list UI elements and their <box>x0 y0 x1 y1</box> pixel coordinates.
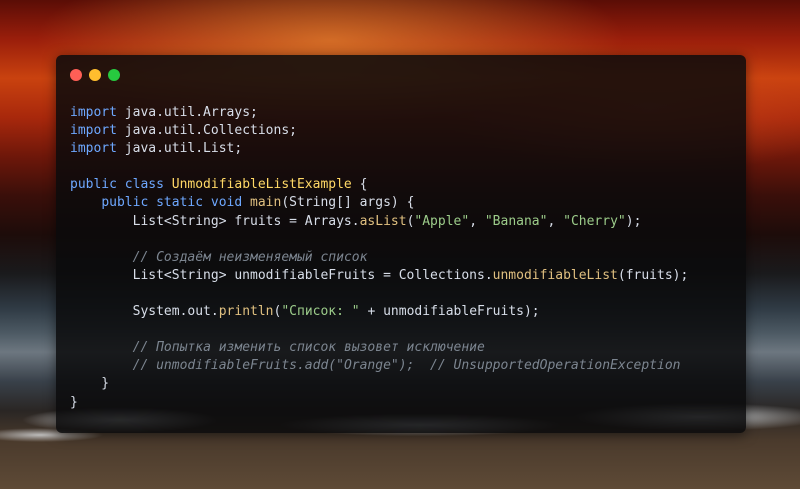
code-line: // Создаём неизменяемый список <box>70 249 688 267</box>
code-token: import <box>70 123 117 139</box>
code-token: } <box>70 394 78 410</box>
code-token: System.out. <box>70 304 219 320</box>
code-token: , <box>547 213 564 229</box>
code-token: java.util.Collections; <box>116 123 297 139</box>
code-window: import java.util.Arrays; import java.util… <box>56 55 746 433</box>
code-line: List<String> unmodifiableFruits = Collec… <box>70 267 689 285</box>
code-token: , <box>469 213 485 229</box>
code-token: "Список: " <box>281 304 360 320</box>
code-line: public static void main(String[] args) { <box>70 194 688 212</box>
code-token: java.util.Arrays; <box>116 105 258 120</box>
code-token: asList <box>359 213 407 229</box>
code-token: import <box>70 105 117 120</box>
code-line: // Попытка изменить список вызовет исклю… <box>70 339 688 357</box>
code-token: public static void <box>101 195 243 211</box>
code-line: System.out.println("Список: " + unmodifi… <box>70 303 688 321</box>
code-token: // Попытка изменить список вызовет исклю… <box>132 340 485 356</box>
code-token: } <box>70 376 110 392</box>
code-token: List<String> unmodifiableFruits = Collec… <box>70 267 493 283</box>
code-line: List<String> fruits = Arrays.asList("App… <box>70 213 688 231</box>
maximize-dot-icon[interactable] <box>108 69 120 81</box>
code-token: unmodifiableList <box>492 267 618 283</box>
code-line: // unmodifiableFruits.add("Orange"); // … <box>70 357 688 375</box>
code-line: } <box>70 394 688 412</box>
code-block: import java.util.Arrays; import java.util… <box>70 104 688 412</box>
code-line: } <box>70 375 688 393</box>
code-token: "Apple" <box>414 213 470 229</box>
code-token: (String[] args) { <box>281 195 415 211</box>
code-token: import <box>70 141 117 157</box>
code-token: List<String> fruits = Arrays. <box>70 213 360 229</box>
minimize-dot-icon[interactable] <box>89 69 101 81</box>
code-token: "Banana" <box>484 213 548 229</box>
code-line: import java.util.Arrays; <box>70 104 688 122</box>
code-token: // Создаём неизменяемый список <box>132 249 368 265</box>
code-token: ); <box>625 213 642 229</box>
code-token: java.util.List; <box>116 141 243 157</box>
code-line: public class UnmodifiableListExample { <box>70 176 688 194</box>
code-token: // unmodifiableFruits.add("Orange"); // … <box>132 358 681 374</box>
code-line: import java.util.Collections; <box>70 122 688 140</box>
code-token: + unmodifiableFruits); <box>359 304 540 320</box>
code-token: public class <box>70 177 164 193</box>
code-token: "Cherry" <box>563 213 626 229</box>
code-token: (fruits); <box>617 267 689 283</box>
close-dot-icon[interactable] <box>70 69 82 81</box>
code-line: import java.util.List; <box>70 140 688 158</box>
code-token: UnmodifiableListExample <box>171 177 352 193</box>
code-token: println <box>218 304 274 320</box>
code-token: { <box>351 177 368 193</box>
code-token: main <box>250 195 282 211</box>
window-controls <box>70 69 120 81</box>
